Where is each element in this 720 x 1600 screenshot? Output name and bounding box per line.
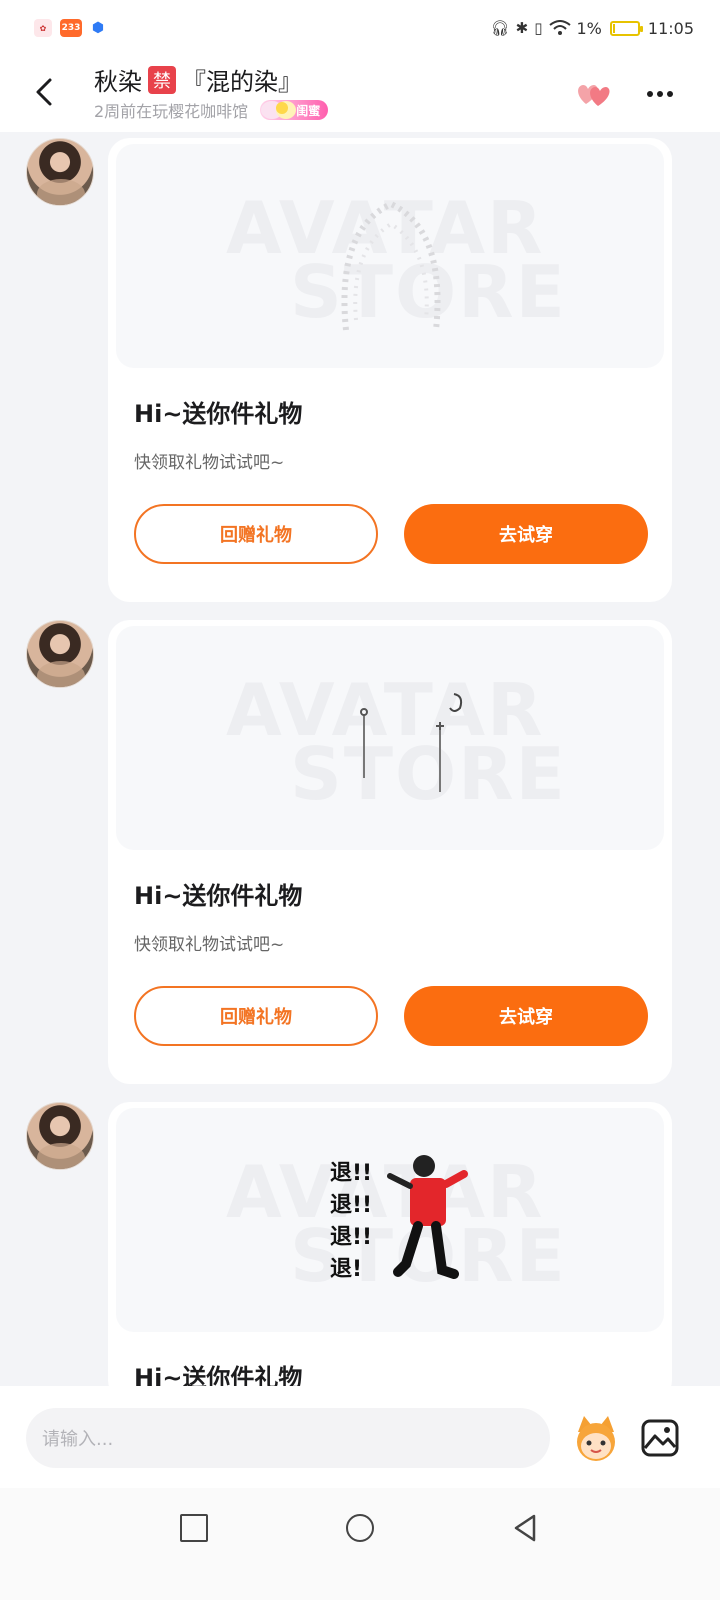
chat-header: 秋染 禁 『混的染』 2周前在玩樱花咖啡馆 闺蜜 (0, 56, 720, 132)
accessory-item-image (360, 693, 463, 792)
more-options-button[interactable] (640, 78, 680, 110)
gift-title: Hi~送你件礼物 (134, 400, 303, 428)
mascot-face-icon (577, 1416, 615, 1461)
gift-description: 快领取礼物试试吧~ (134, 453, 285, 473)
nav-back-button[interactable] (510, 1512, 540, 1544)
app-233-icon: 233 (60, 19, 82, 37)
status-bar: ✿ 233 ⬢ 🎧︎ ✱ ▯ 1% 11:05 (0, 0, 720, 56)
contact-name: 秋染 (94, 68, 142, 96)
message-input-bar: 请输入... (0, 1386, 720, 1488)
notification-app-icon: ✿ (34, 19, 52, 37)
headphones-icon: 🎧︎ (490, 19, 510, 37)
gift-title: Hi~送你件礼物 (134, 882, 303, 910)
image-picker-button[interactable] (638, 1416, 682, 1460)
back-button[interactable] (28, 74, 64, 110)
gift-preview[interactable]: AVATAR STORE 退!! 退!! 退!! 退! (116, 1108, 664, 1332)
shield-icon: ⬢ (91, 20, 105, 36)
bluetooth-icon: ✱ (515, 19, 529, 37)
recent-apps-button[interactable] (180, 1514, 208, 1542)
gift-description: 快领取礼物试试吧~ (134, 935, 285, 955)
image-icon (641, 1419, 679, 1457)
sender-avatar[interactable] (26, 1102, 94, 1170)
ban-badge: 禁 (148, 65, 176, 94)
battery-percent: 1% (576, 18, 602, 38)
system-status: 🎧︎ ✱ ▯ 1% 11:05 (491, 19, 694, 38)
gift-preview[interactable]: AVATAR STORE (116, 144, 664, 368)
chevron-left-icon (36, 78, 52, 106)
chat-subtitle: 2周前在玩樱花咖啡馆 闺蜜 (94, 98, 329, 122)
gift-card: AVATAR STORE Hi~送你件礼物 快领取礼物试试吧~ 回赠礼物 去试穿 (108, 620, 672, 1084)
dot-icon (657, 91, 663, 97)
home-button[interactable] (346, 1514, 374, 1542)
contact-nickname: 『混的染』 (182, 68, 302, 96)
gift-card: AVATAR STORE 退!! 退!! 退!! 退! Hi~送你件礼物 (108, 1102, 672, 1402)
chat-title: 秋染 禁 『混的染』 (94, 62, 302, 97)
emoji-button[interactable] (570, 1412, 622, 1464)
gift-card: AVATAR STORE Hi~送你件礼物 快领取礼物试试吧~ 回赠礼物 去试穿 (108, 138, 672, 602)
wifi-icon (548, 20, 571, 35)
hair-item-image (341, 200, 441, 331)
gift-preview[interactable]: AVATAR STORE (116, 626, 664, 850)
last-activity: 2周前在玩樱花咖啡馆 (94, 102, 249, 121)
system-navigation-bar (0, 1488, 720, 1600)
return-gift-button[interactable]: 回赠礼物 (134, 504, 378, 564)
vibrate-icon: ▯ (534, 19, 543, 37)
clock: 11:05 (647, 18, 694, 38)
try-on-button[interactable]: 去试穿 (404, 986, 648, 1046)
bestie-badge: 闺蜜 (260, 100, 329, 120)
try-on-button[interactable]: 去试穿 (404, 504, 648, 564)
message-input[interactable]: 请输入... (26, 1408, 550, 1468)
intimacy-button[interactable] (574, 78, 614, 110)
battery-icon (609, 20, 643, 36)
return-gift-button[interactable]: 回赠礼物 (134, 986, 378, 1046)
notification-icons: ✿ 233 ⬢ (34, 19, 106, 37)
dot-icon (667, 91, 673, 97)
sender-avatar[interactable] (26, 620, 94, 688)
double-heart-icon (578, 85, 610, 106)
angel-wings-icon (261, 101, 297, 119)
dancing-figure-sticker (387, 1155, 468, 1279)
sender-avatar[interactable] (26, 138, 94, 206)
dot-icon (647, 91, 653, 97)
